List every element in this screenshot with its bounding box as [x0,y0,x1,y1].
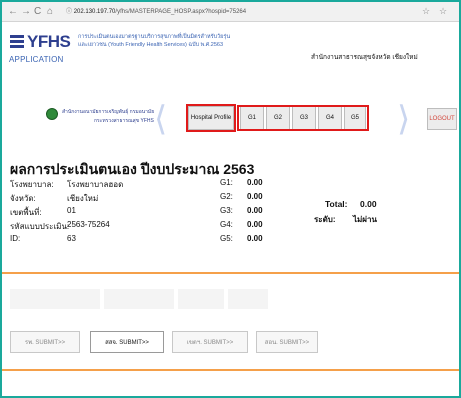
bookmark-icon[interactable]: ☆ [422,5,430,18]
home-icon[interactable]: ⌂ [47,5,53,18]
chevron-right-icon: ⟩ [397,100,411,138]
logo-bars-icon [10,35,24,48]
score-label-g5: G5: [220,234,233,243]
field-label-province: จังหวัด: [10,194,36,203]
level-value: ไม่ผ่าน [353,215,377,224]
score-label-g2: G2: [220,192,233,201]
yfhs-logo: YFHS APPLICATION [8,32,71,82]
url-host: 202.130.197.70 [73,9,116,15]
divider-bottom [2,369,459,371]
score-value-g2: 0.00 [247,192,263,201]
site-info-icon[interactable]: ⓘ [66,9,72,15]
forward-icon[interactable]: → [21,5,31,18]
reload-icon[interactable]: C [34,5,41,18]
total-value: 0.00 [360,199,377,209]
url-path: /yfhs/MASTERPAGE_HOSP.aspx?hospid=75264 [115,9,247,15]
logout-button[interactable]: LOGOUT [427,108,457,130]
field-value-id: 63 [67,234,76,243]
level-label: ระดับ: [314,215,336,224]
field-value-assessment-code: 2563-75264 [67,220,110,229]
score-value-g3: 0.00 [247,206,263,215]
score-label-g4: G4: [220,220,233,229]
submit-provincial-button[interactable]: สสจ. SUBMIT>> [90,331,164,353]
program-title-line2: และเยาวชน (Youth Friendly Health Service… [78,42,224,48]
address-bar[interactable]: ⓘ 202.130.197.70/yfhs/MASTERPAGE_HOSP.as… [66,5,386,19]
score-label-g3: G3: [220,206,233,215]
g-tabs-highlight [237,105,369,131]
ministry-name: สำนักงานอนามัยการเจริญพันธุ์ กรมอนามัย [62,109,155,115]
score-label-g1: G1: [220,178,233,187]
program-title-line1: การประเมินตนเองมาตรฐานบริการสุขภาพที่เป็… [78,34,231,40]
score-value-g1: 0.00 [247,178,263,187]
ministry-subname: กระทรวงสาธารณสุข YFHS [94,118,154,124]
office-label: สำนักงานสาธารณสุขจังหวัด เชียงใหม่ [311,54,418,61]
spacer-strip [2,289,459,309]
tab-hospital-profile[interactable]: Hospital Profile [186,104,236,132]
field-value-region: 01 [67,206,76,215]
field-label-hospital: โรงพยาบาล: [10,180,54,189]
field-value-hospital: โรงพยาบาลฮอด [67,180,124,189]
field-label-assessment-code: รหัสแบบประเมิน: [10,222,70,231]
field-value-province: เชียงใหม่ [67,194,99,203]
total-label: Total: [325,199,348,209]
browser-window: ← → C ⌂ ⓘ 202.130.197.70/yfhs/MASTERPAGE… [2,2,459,396]
browser-toolbar: ← → C ⌂ ⓘ 202.130.197.70/yfhs/MASTERPAGE… [2,2,459,22]
favorites-icon[interactable]: ☆ [439,5,447,18]
back-icon[interactable]: ← [8,5,18,18]
submit-central-button[interactable]: สอน. SUBMIT>> [256,331,318,353]
chevron-left-icon: ⟨ [154,100,168,138]
score-value-g5: 0.00 [247,234,263,243]
submit-regional-button[interactable]: เขตฯ. SUBMIT>> [172,331,248,353]
divider [2,272,459,274]
logo-subtitle: APPLICATION [9,55,64,64]
field-label-id: ID: [10,234,21,243]
score-value-g4: 0.00 [247,220,263,229]
ministry-emblem-icon [46,108,58,120]
logo-text: YFHS [27,32,71,51]
submit-hospital-button[interactable]: รพ. SUBMIT>> [10,331,80,353]
field-label-region: เขตพื้นที่: [10,208,42,217]
